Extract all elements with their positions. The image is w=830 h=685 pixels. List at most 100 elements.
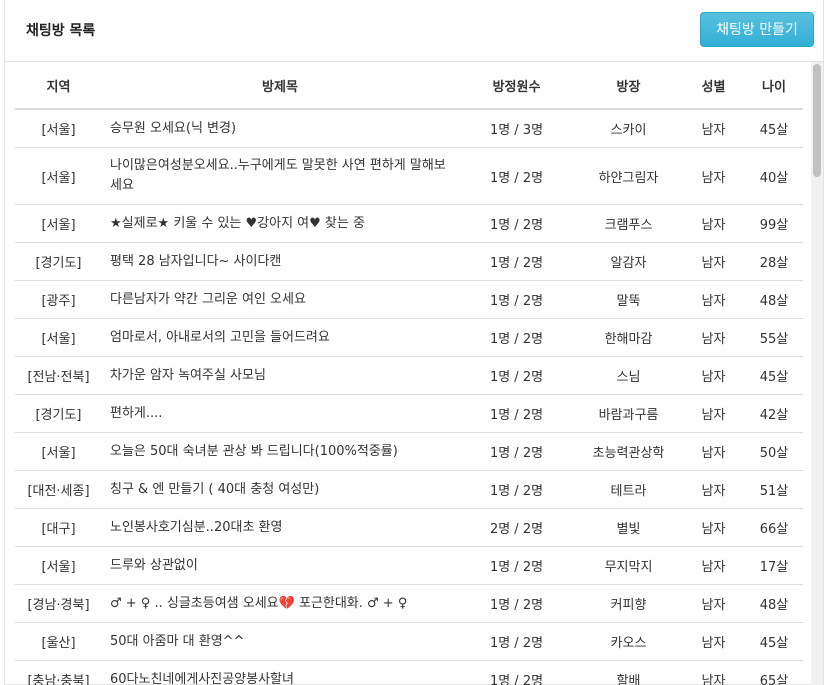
room-host: 한해마감 (575, 318, 682, 357)
column-header-title: 방제목 (102, 62, 458, 110)
room-region: [서울] (15, 546, 102, 585)
room-host: 테트라 (575, 470, 682, 509)
room-age: 42살 (745, 394, 803, 433)
chat-room-list: 지역 방제목 방정원수 방장 성별 나이 [서울] 승무원 오세요(닉 변경) 1명… (5, 62, 811, 685)
room-region: [대구] (15, 508, 102, 547)
room-capacity: 1명 / 2명 (458, 660, 575, 685)
room-capacity: 1명 / 2명 (458, 318, 575, 357)
room-region: [서울] (15, 147, 102, 205)
room-title: 오늘은 50대 숙녀분 관상 봐 드립니다(100%적중률) (102, 432, 458, 471)
vertical-scrollbar[interactable] (811, 62, 823, 685)
room-region: [광주] (15, 280, 102, 319)
table-row[interactable]: [서울] 오늘은 50대 숙녀분 관상 봐 드립니다(100%적중률) 1명 / 2… (15, 432, 803, 471)
room-capacity: 1명 / 2명 (458, 242, 575, 281)
room-age: 28살 (745, 242, 803, 281)
room-title: 다른남자가 약간 그리운 여인 오세요 (102, 280, 458, 319)
room-title: 50대 아줌마 대 환영^^ (102, 622, 458, 661)
room-gender: 남자 (682, 280, 745, 319)
room-region: [경남·경북] (15, 584, 102, 623)
room-age: 48살 (745, 280, 803, 319)
room-capacity: 1명 / 2명 (458, 546, 575, 585)
room-capacity: 1명 / 2명 (458, 584, 575, 623)
room-host: 바람과구름 (575, 394, 682, 433)
column-header-age: 나이 (745, 62, 803, 110)
chat-room-panel: 채팅방 목록 채팅방 만들기 지역 방제목 방정원수 방장 성별 나이 [서울]… (4, 0, 824, 685)
table-row[interactable]: [경남·경북] ♂ + ♀ .. 싱글초등여샘 오세요💔 포근한대화. ♂ + ♀… (15, 584, 803, 623)
room-capacity: 1명 / 2명 (458, 394, 575, 433)
room-age: 17살 (745, 546, 803, 585)
table-row[interactable]: [서울] 엄마로서, 아내로서의 고민을 들어드려요 1명 / 2명 한해마감 남자 55… (15, 318, 803, 357)
room-gender: 남자 (682, 394, 745, 433)
table-header-row: 지역 방제목 방정원수 방장 성별 나이 (15, 62, 803, 110)
room-title: ★실제로★ 키울 수 있는 ♥강아지 여♥ 찾는 중 (102, 204, 458, 243)
table-row[interactable]: [대구] 노인봉사호기심분..20대초 환영 2명 / 2명 별빛 남자 66살 (15, 508, 803, 547)
create-chat-room-button[interactable]: 채팅방 만들기 (700, 12, 814, 47)
table-row[interactable]: [서울] 드루와 상관없이 1명 / 2명 무지막지 남자 17살 (15, 546, 803, 585)
room-title: 60다노친네에게사진공양봉사할녀 (102, 660, 458, 685)
table-row[interactable]: [경기도] 평택 28 남자입니다~ 사이다캔 1명 / 2명 알감자 남자 28살 (15, 242, 803, 281)
column-header-region: 지역 (15, 62, 102, 110)
room-age: 65살 (745, 660, 803, 685)
room-host: 무지막지 (575, 546, 682, 585)
room-host: 할배 (575, 660, 682, 685)
room-capacity: 1명 / 2명 (458, 622, 575, 661)
room-gender: 남자 (682, 109, 745, 148)
room-capacity: 2명 / 2명 (458, 508, 575, 547)
panel-header: 채팅방 목록 채팅방 만들기 (5, 0, 823, 62)
table-row[interactable]: [대전·세종] 칭구 & 엔 만들기 ( 40대 충청 여성만) 1명 / 2명 테트… (15, 470, 803, 509)
room-age: 55살 (745, 318, 803, 357)
room-region: [경기도] (15, 394, 102, 433)
room-title: 드루와 상관없이 (102, 546, 458, 585)
table-row[interactable]: [충남·충북] 60다노친네에게사진공양봉사할녀 1명 / 2명 할배 남자 65살 (15, 660, 803, 685)
table-row[interactable]: [광주] 다른남자가 약간 그리운 여인 오세요 1명 / 2명 말뚝 남자 48살 (15, 280, 803, 319)
room-region: [경기도] (15, 242, 102, 281)
room-region: [서울] (15, 204, 102, 243)
room-title: 엄마로서, 아내로서의 고민을 들어드려요 (102, 318, 458, 357)
room-host: 크램푸스 (575, 204, 682, 243)
table-row[interactable]: [경기도] 편하게.... 1명 / 2명 바람과구름 남자 42살 (15, 394, 803, 433)
room-region: [충남·충북] (15, 660, 102, 685)
room-title: ♂ + ♀ .. 싱글초등여샘 오세요💔 포근한대화. ♂ + ♀ (102, 584, 458, 623)
room-age: 99살 (745, 204, 803, 243)
table-row[interactable]: [서울] ★실제로★ 키울 수 있는 ♥강아지 여♥ 찾는 중 1명 / 2명 크램푸… (15, 204, 803, 243)
room-gender: 남자 (682, 147, 745, 205)
table-row[interactable]: [서울] 승무원 오세요(닉 변경) 1명 / 3명 스카이 남자 45살 (15, 109, 803, 148)
room-title: 칭구 & 엔 만들기 ( 40대 충청 여성만) (102, 470, 458, 509)
room-gender: 남자 (682, 584, 745, 623)
room-gender: 남자 (682, 242, 745, 281)
room-age: 45살 (745, 622, 803, 661)
table-row[interactable]: [울산] 50대 아줌마 대 환영^^ 1명 / 2명 카오스 남자 45살 (15, 622, 803, 661)
room-region: [대전·세종] (15, 470, 102, 509)
room-age: 50살 (745, 432, 803, 471)
room-host: 초능력관상학 (575, 432, 682, 471)
table-row[interactable]: [서울] 나이많은여성분오세요..누구에게도 말못한 사연 편하게 말해보세요 1명… (15, 147, 803, 205)
room-gender: 남자 (682, 318, 745, 357)
room-host: 알감자 (575, 242, 682, 281)
room-gender: 남자 (682, 204, 745, 243)
room-capacity: 1명 / 2명 (458, 356, 575, 395)
room-capacity: 1명 / 3명 (458, 109, 575, 148)
room-region: [서울] (15, 109, 102, 148)
room-host: 말뚝 (575, 280, 682, 319)
room-gender: 남자 (682, 622, 745, 661)
room-host: 카오스 (575, 622, 682, 661)
room-capacity: 1명 / 2명 (458, 204, 575, 243)
room-region: [전남·전북] (15, 356, 102, 395)
room-host: 별빛 (575, 508, 682, 547)
room-title: 노인봉사호기심분..20대초 환영 (102, 508, 458, 547)
room-age: 51살 (745, 470, 803, 509)
room-age: 66살 (745, 508, 803, 547)
column-header-host: 방장 (575, 62, 682, 110)
room-age: 48살 (745, 584, 803, 623)
column-header-gender: 성별 (682, 62, 745, 110)
table-row[interactable]: [전남·전북] 차가운 암자 녹여주실 사모님 1명 / 2명 스님 남자 45살 (15, 356, 803, 395)
room-host: 스카이 (575, 109, 682, 148)
room-title: 평택 28 남자입니다~ 사이다캔 (102, 242, 458, 281)
scrollbar-thumb[interactable] (813, 64, 821, 177)
room-gender: 남자 (682, 432, 745, 471)
room-age: 40살 (745, 147, 803, 205)
column-header-capacity: 방정원수 (458, 62, 575, 110)
room-region: [울산] (15, 622, 102, 661)
room-host: 커피향 (575, 584, 682, 623)
room-capacity: 1명 / 2명 (458, 470, 575, 509)
